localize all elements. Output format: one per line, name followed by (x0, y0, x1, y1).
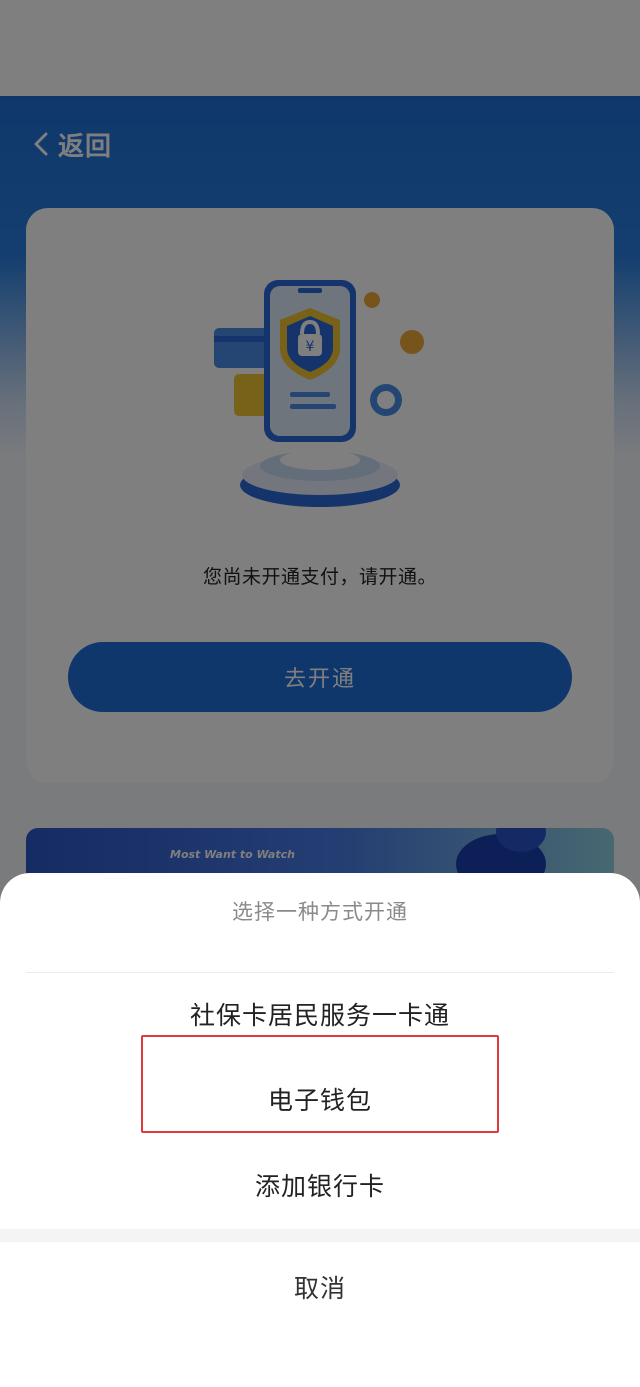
highlight-box (141, 1035, 499, 1133)
sheet-separator (0, 1229, 640, 1242)
cancel-button[interactable]: 取消 (0, 1242, 640, 1332)
option-add-bank-card[interactable]: 添加银行卡 (0, 1167, 640, 1203)
sheet-divider (26, 972, 614, 973)
option-social-security-card[interactable]: 社保卡居民服务一卡通 (0, 996, 640, 1032)
sheet-title: 选择一种方式开通 (232, 900, 408, 924)
